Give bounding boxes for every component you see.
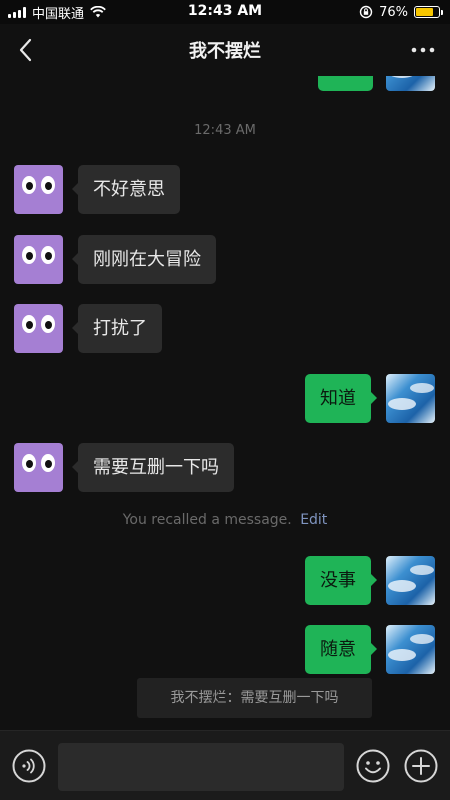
self-avatar[interactable] xyxy=(386,556,435,605)
message-list[interactable]: 12:43 AM 不好意思 刚刚在大冒险 打扰了 知道 需要互删一下吗 You … xyxy=(0,76,450,730)
emoji-icon[interactable] xyxy=(356,749,390,783)
status-right: 76% xyxy=(359,3,443,21)
outgoing-message[interactable]: 知道 xyxy=(305,374,377,423)
chat-header: 我不摆烂 xyxy=(0,24,450,76)
contact-avatar[interactable] xyxy=(14,304,63,353)
recall-edit-link[interactable]: Edit xyxy=(300,512,327,528)
chat-title: 我不摆烂 xyxy=(189,41,261,62)
outgoing-message[interactable]: 没事 xyxy=(305,556,377,605)
partial-outgoing-bubble xyxy=(318,76,373,91)
battery-icon xyxy=(414,6,443,18)
voice-icon[interactable] xyxy=(12,749,46,783)
incoming-message[interactable]: 需要互删一下吗 xyxy=(72,443,234,492)
message-timestamp: 12:43 AM xyxy=(194,123,256,138)
message-input[interactable] xyxy=(58,743,344,791)
recall-notice-text: You recalled a message. xyxy=(122,512,292,528)
incoming-message[interactable]: 打扰了 xyxy=(72,304,162,353)
contact-avatar[interactable] xyxy=(14,165,63,214)
rotation-lock-icon xyxy=(359,5,373,19)
quoted-message[interactable]: 我不摆烂：需要互删一下吗 xyxy=(137,678,372,718)
recall-notice: You recalled a message. Edit xyxy=(0,512,450,528)
contact-avatar[interactable] xyxy=(14,235,63,284)
battery-percent: 76% xyxy=(379,4,408,20)
incoming-message[interactable]: 不好意思 xyxy=(72,165,180,214)
status-bar: 中国联通 12:43 AM 76% xyxy=(0,0,450,24)
input-bar xyxy=(0,730,450,800)
contact-avatar[interactable] xyxy=(14,443,63,492)
incoming-message[interactable]: 刚刚在大冒险 xyxy=(72,235,216,284)
self-avatar[interactable] xyxy=(386,374,435,423)
plus-icon[interactable] xyxy=(404,749,438,783)
outgoing-message[interactable]: 随意 xyxy=(305,625,377,674)
self-avatar[interactable] xyxy=(386,76,435,91)
battery-level xyxy=(416,8,433,16)
more-dots-icon[interactable] xyxy=(408,40,438,60)
self-avatar[interactable] xyxy=(386,625,435,674)
